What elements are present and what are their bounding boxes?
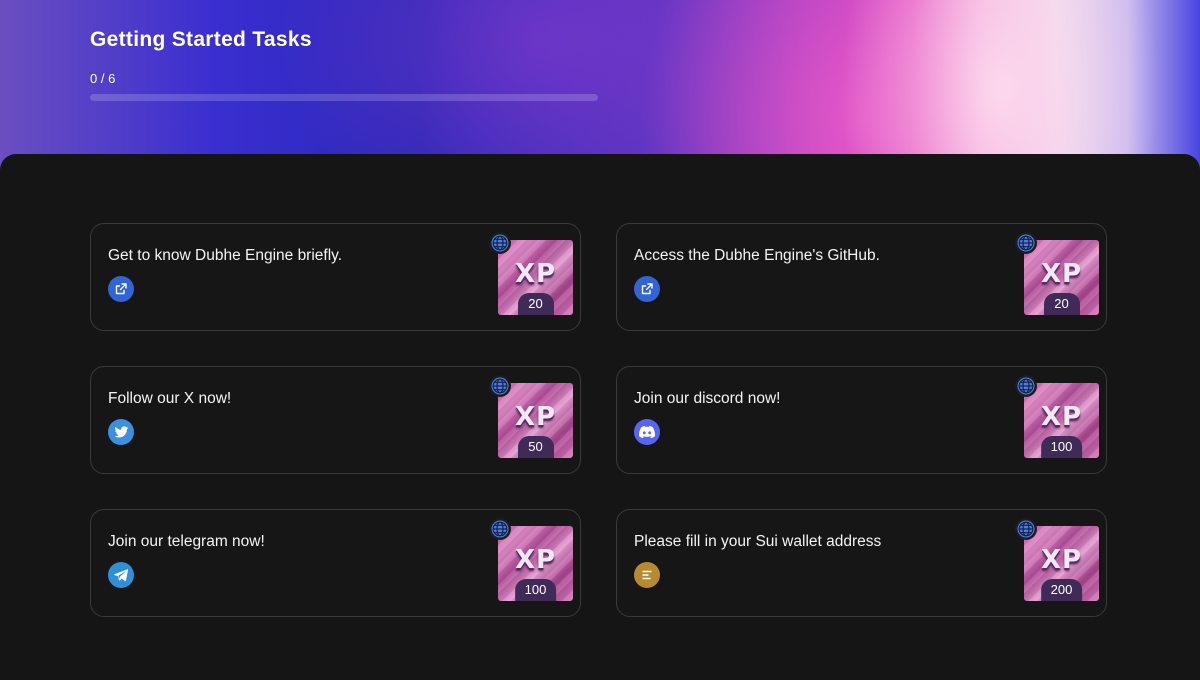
task-card-sui-wallet[interactable]: Please fill in your Sui wallet address X… [616, 509, 1107, 617]
task-title: Please fill in your Sui wallet address [634, 533, 882, 550]
globe-icon [1015, 518, 1037, 540]
xp-amount: 50 [517, 436, 554, 458]
xp-amount: 20 [1043, 293, 1080, 315]
twitter-icon[interactable] [108, 419, 134, 445]
xp-amount: 100 [514, 579, 557, 601]
wallet-form-icon[interactable] [634, 562, 660, 588]
xp-amount: 200 [1040, 579, 1083, 601]
xp-label: XP [514, 402, 557, 432]
progress-count: 0 / 6 [90, 71, 116, 86]
task-card-discord[interactable]: Join our discord now! XP 100 [616, 366, 1107, 474]
globe-icon [1015, 232, 1037, 254]
task-card-about[interactable]: Get to know Dubhe Engine briefly. XP 20 [90, 223, 581, 331]
task-title: Get to know Dubhe Engine briefly. [108, 247, 343, 264]
globe-icon [1015, 375, 1037, 397]
xp-amount: 20 [517, 293, 554, 315]
task-title: Access the Dubhe Engine's GitHub. [634, 247, 880, 264]
task-card-follow-x[interactable]: Follow our X now! XP 50 [90, 366, 581, 474]
discord-icon[interactable] [634, 419, 660, 445]
telegram-icon[interactable] [108, 562, 134, 588]
page-title: Getting Started Tasks [90, 28, 312, 51]
xp-label: XP [1040, 259, 1083, 289]
globe-icon [489, 375, 511, 397]
globe-icon [489, 232, 511, 254]
task-card-telegram[interactable]: Join our telegram now! XP 100 [90, 509, 581, 617]
task-title: Follow our X now! [108, 390, 232, 407]
xp-label: XP [1040, 402, 1083, 432]
task-title: Join our discord now! [634, 390, 781, 407]
task-card-github[interactable]: Access the Dubhe Engine's GitHub. XP 20 [616, 223, 1107, 331]
task-panel: Get to know Dubhe Engine briefly. XP 20 … [0, 154, 1200, 680]
globe-icon [489, 518, 511, 540]
header-banner: Getting Started Tasks 0 / 6 [0, 0, 1200, 180]
task-title: Join our telegram now! [108, 533, 265, 550]
task-grid: Get to know Dubhe Engine briefly. XP 20 … [90, 223, 1107, 617]
xp-label: XP [514, 259, 557, 289]
progress-bar [90, 94, 598, 101]
external-link-icon[interactable] [108, 276, 134, 302]
xp-label: XP [514, 545, 557, 575]
xp-label: XP [1040, 545, 1083, 575]
external-link-icon[interactable] [634, 276, 660, 302]
tasks-page: Getting Started Tasks 0 / 6 Get to know … [0, 0, 1200, 680]
xp-amount: 100 [1040, 436, 1083, 458]
